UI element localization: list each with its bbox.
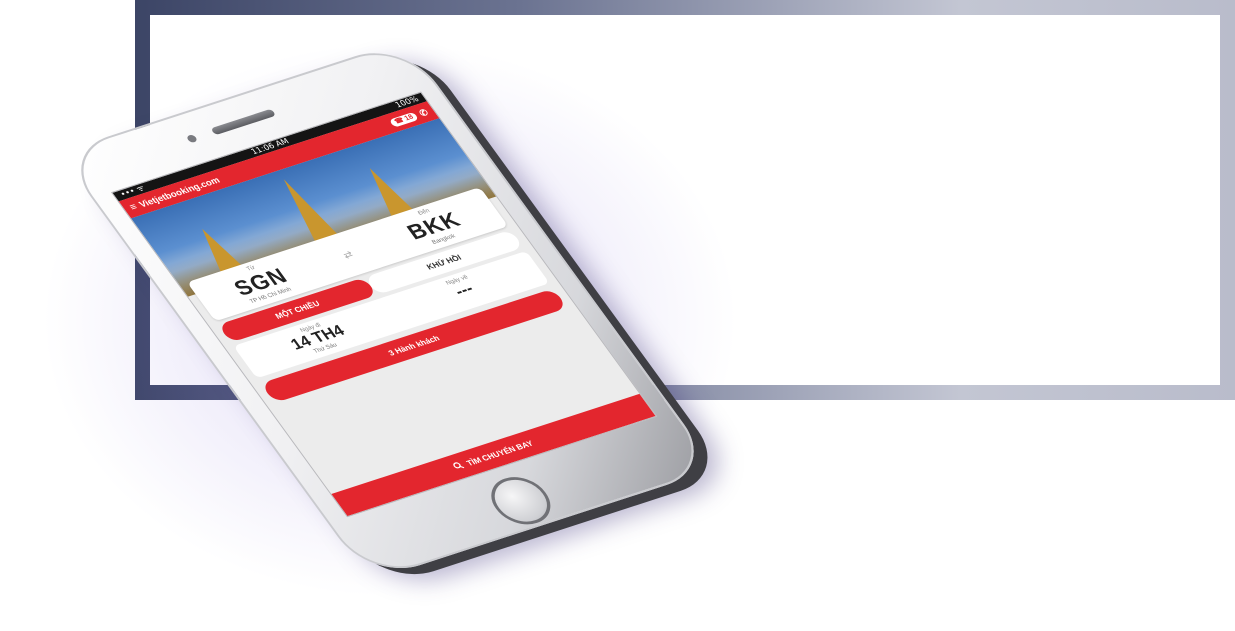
camera-icon [185, 134, 199, 144]
phone-icon[interactable]: ✆ [417, 107, 431, 119]
swap-icon[interactable]: ⇄ [341, 250, 356, 262]
speaker-grille [210, 108, 277, 136]
search-icon [451, 460, 466, 472]
search-flights-label: TÌM CHUYẾN BAY [464, 438, 535, 468]
hotline-badge[interactable]: ☎ 18 [388, 111, 420, 128]
home-button[interactable] [480, 470, 562, 531]
